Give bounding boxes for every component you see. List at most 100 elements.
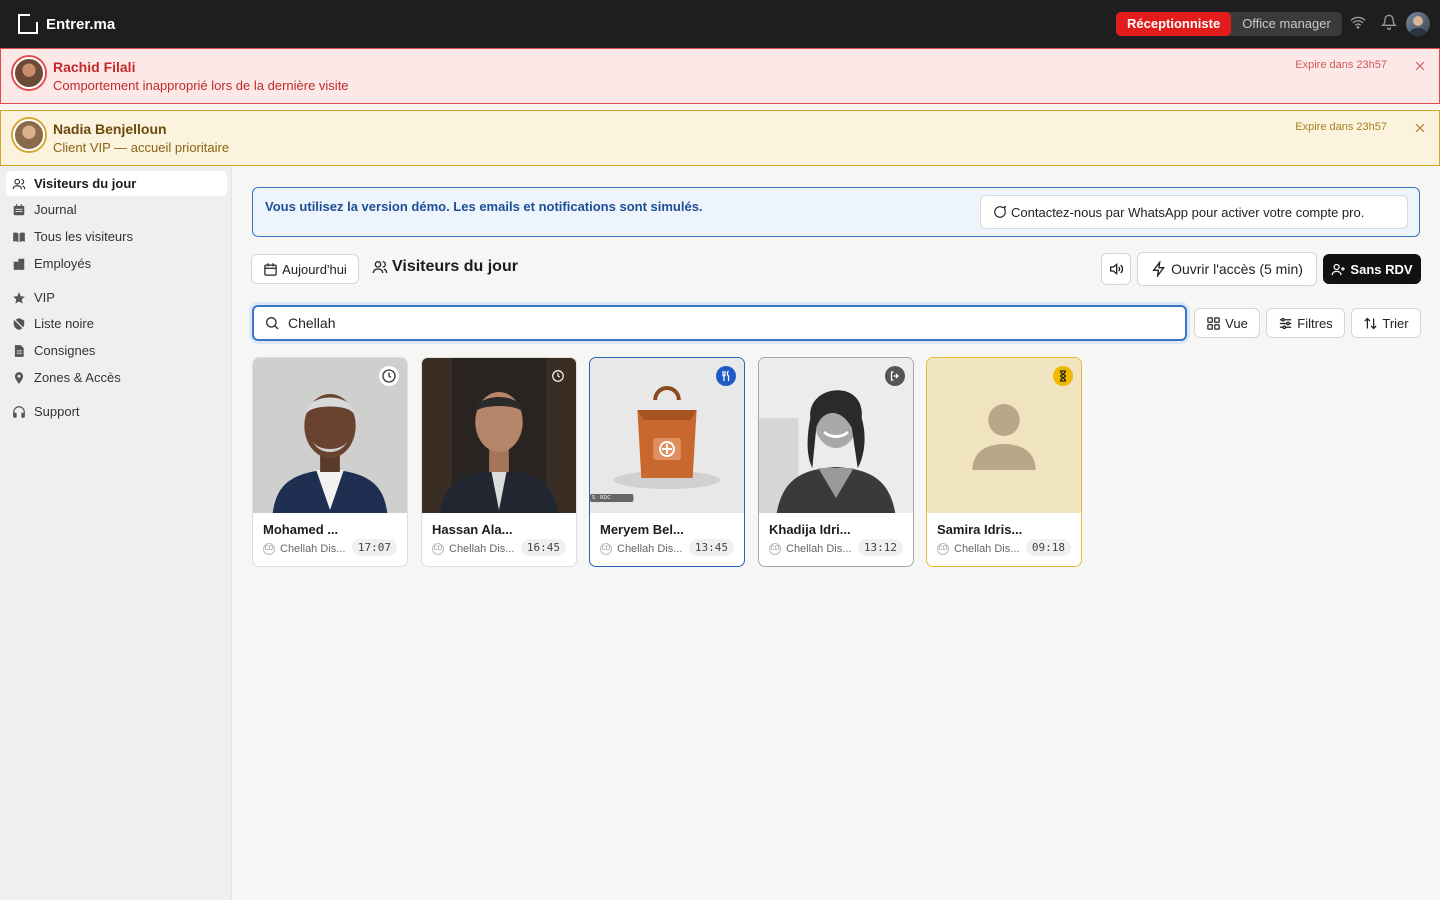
company-name: Chellah Dis... [617, 543, 683, 555]
exit-icon [885, 366, 905, 386]
sidebar-item-label: Liste noire [34, 316, 94, 331]
sidebar-item-label: Consignes [34, 343, 96, 358]
avatar [13, 119, 45, 151]
user-avatar[interactable] [1406, 12, 1430, 36]
sidebar-item-label: Zones & Accès [34, 370, 121, 385]
visitor-name: Hassan Ala... [432, 522, 513, 537]
users-icon [372, 261, 388, 274]
sidebar-item-support[interactable]: Support [6, 399, 227, 424]
logo-icon [18, 14, 38, 34]
view-button[interactable]: Vue [1194, 308, 1260, 338]
lightning-icon [1152, 261, 1166, 277]
visitor-company: CD Chellah Dis... [769, 543, 851, 555]
alert-name: Rachid Filali [53, 59, 136, 75]
company-logo: CD [432, 543, 444, 555]
company-name: Chellah Dis... [786, 543, 852, 555]
search-input[interactable] [288, 313, 1168, 333]
whatsapp-contact-label: Contactez-nous par WhatsApp pour activer… [1011, 204, 1365, 220]
alert-banner-blacklist: Rachid Filali Comportement inapproprié l… [0, 48, 1440, 104]
whatsapp-contact-button[interactable]: Contactez-nous par WhatsApp pour activer… [980, 195, 1408, 229]
sliders-icon [1280, 317, 1292, 329]
alert-expiry: Expire dans 23h57 [1295, 59, 1387, 71]
sort-button[interactable]: Trier [1351, 308, 1421, 338]
grid-icon [1207, 316, 1220, 330]
alert-name: Nadia Benjelloun [53, 121, 167, 137]
visitor-card[interactable]: Khadija Idri... CD Chellah Dis... 13:12 [758, 357, 914, 567]
avatar [13, 57, 45, 89]
add-user-icon [1332, 263, 1346, 275]
sidebar-item-label: VIP [34, 290, 55, 305]
visitor-time: 13:12 [857, 539, 903, 556]
visitor-company: CD Chellah Dis... [937, 543, 1019, 555]
visitor-name: Meryem Bel... [600, 522, 684, 537]
sidebar-item-visitors-today[interactable]: Visiteurs du jour [6, 171, 227, 196]
sound-toggle-button[interactable] [1101, 253, 1131, 285]
sidebar-item-instructions[interactable]: Consignes [6, 338, 227, 363]
visitor-name: Mohamed ... [263, 522, 339, 537]
visitor-time: 13:45 [688, 539, 734, 556]
alert-message: Comportement inapproprié lors de la dern… [53, 78, 349, 93]
role-office-manager-button[interactable]: Office manager [1231, 12, 1342, 36]
view-label: Vue [1225, 315, 1248, 331]
visitor-company: CD Chellah Dis... [263, 543, 345, 555]
demo-banner: Vous utilisez la version démo. Les email… [252, 187, 1420, 237]
visitor-time: 09:18 [1025, 539, 1071, 556]
company-logo: CD [600, 543, 612, 555]
alert-message: Client VIP — accueil prioritaire [53, 140, 230, 155]
shield-icon [13, 317, 25, 330]
open-access-button[interactable]: Ouvrir l'accès (5 min) [1137, 252, 1317, 286]
hourglass-icon [1053, 366, 1073, 386]
company-name: Chellah Dis... [954, 543, 1020, 555]
photo-caption: S · RDC [592, 495, 611, 501]
headphones-icon [13, 405, 25, 418]
visitor-time: 16:45 [520, 539, 566, 556]
company-logo: CD [263, 543, 275, 555]
filters-button[interactable]: Filtres [1266, 308, 1345, 338]
date-picker-button[interactable]: Aujourd'hui [251, 254, 359, 284]
calendar-icon [13, 203, 25, 215]
alert-banner-vip: Nadia Benjelloun Client VIP — accueil pr… [0, 110, 1440, 166]
bell-icon[interactable] [1380, 14, 1401, 34]
sidebar-item-journal[interactable]: Journal [6, 197, 227, 222]
users-icon [12, 178, 26, 189]
sidebar-item-blacklist[interactable]: Liste noire [6, 311, 227, 336]
open-access-label: Ouvrir l'accès (5 min) [1171, 261, 1303, 277]
demo-banner-text: Vous utilisez la version démo. Les email… [265, 199, 703, 214]
sidebar-item-label: Visiteurs du jour [34, 176, 137, 191]
visitor-name: Khadija Idri... [769, 522, 851, 537]
pending-clock-icon [379, 366, 399, 386]
company-name: Chellah Dis... [449, 543, 515, 555]
wifi-icon [1350, 14, 1370, 34]
restaurant-icon [716, 366, 736, 386]
company-logo: CD [937, 543, 949, 555]
visitor-card[interactable]: Hassan Ala... CD Chellah Dis... 16:45 [421, 357, 577, 567]
sidebar-item-label: Support [34, 404, 80, 419]
close-icon[interactable] [1413, 121, 1427, 135]
brand-name[interactable]: Entrer.ma [46, 16, 115, 33]
speaker-icon [1110, 262, 1124, 276]
chat-icon [994, 205, 1007, 218]
visitor-company: CD Chellah Dis... [432, 543, 514, 555]
sidebar-item-employees[interactable]: Employés [6, 251, 227, 276]
sidebar-item-all-visitors[interactable]: Tous les visiteurs [6, 224, 227, 249]
filters-label: Filtres [1297, 315, 1333, 331]
visitor-card[interactable]: S · RDC Meryem Bel... CD Chellah Dis... 1… [589, 357, 745, 567]
search-field[interactable] [252, 305, 1187, 341]
close-icon[interactable] [1413, 59, 1427, 73]
page-title-text: Visiteurs du jour [392, 258, 518, 275]
map-pin-icon [14, 371, 24, 384]
star-icon [13, 291, 25, 304]
visitor-time: 17:07 [351, 539, 397, 556]
walk-in-button[interactable]: Sans RDV [1323, 254, 1421, 284]
sidebar-item-vip[interactable]: VIP [6, 285, 227, 310]
role-receptionist-button[interactable]: Réceptionniste [1116, 12, 1232, 36]
company-name: Chellah Dis... [280, 543, 346, 555]
sidebar-item-zones[interactable]: Zones & Accès [6, 365, 227, 390]
visitor-name: Samira Idris... [937, 522, 1023, 537]
building-icon [13, 258, 25, 270]
sort-icon [1364, 317, 1377, 329]
visitor-card[interactable]: Samira Idris... CD Chellah Dis... 09:18 [926, 357, 1082, 567]
visitor-card[interactable]: Mohamed ... CD Chellah Dis... 17:07 [252, 357, 408, 567]
sort-label: Trier [1382, 315, 1409, 331]
date-picker-label: Aujourd'hui [282, 261, 347, 277]
